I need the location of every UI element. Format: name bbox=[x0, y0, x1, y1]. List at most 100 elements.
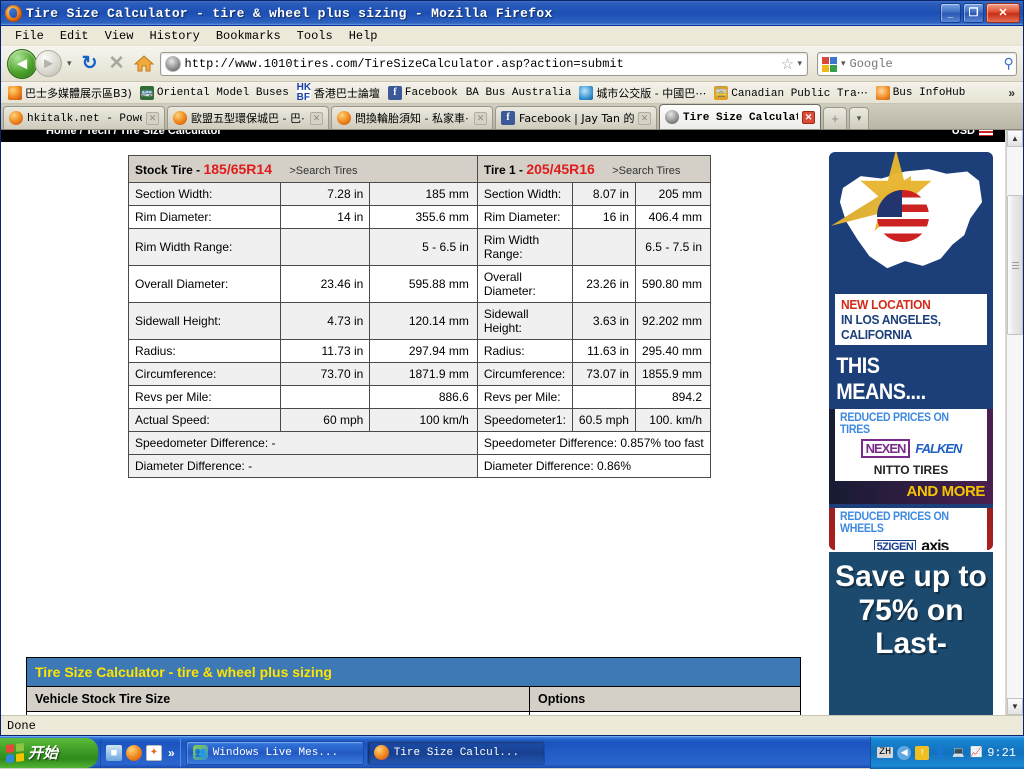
network-icon[interactable]: 💻 bbox=[951, 746, 965, 760]
home-button[interactable] bbox=[132, 55, 156, 72]
url-bar[interactable]: http://www.1010tires.com/TireSizeCalcula… bbox=[160, 52, 808, 76]
wheels-promo-band: REDUCED PRICES ON WHEELS 5ZIGEN axis TEN… bbox=[829, 508, 993, 550]
stop-button[interactable]: ✕ bbox=[106, 52, 128, 75]
language-indicator[interactable]: ZH bbox=[877, 747, 893, 758]
row-value-in: 11.63 in bbox=[572, 340, 635, 363]
menu-edit[interactable]: Edit bbox=[52, 27, 97, 45]
minimize-button[interactable]: _ bbox=[940, 3, 961, 23]
browser-tab[interactable]: 問換輪胎須知 - 私家車⋯ ✕ bbox=[331, 106, 493, 129]
minimize-icon: _ bbox=[947, 8, 953, 19]
bookmark-item[interactable]: 🚌 Oriental Model Buses bbox=[137, 85, 292, 101]
scroll-up-button[interactable]: ▲ bbox=[1007, 130, 1023, 147]
tab-close-icon[interactable]: ✕ bbox=[802, 111, 815, 124]
search-input[interactable] bbox=[848, 57, 1004, 71]
tab-favicon bbox=[9, 111, 23, 125]
and-more-tires: AND MORE bbox=[829, 481, 993, 504]
bookmark-item[interactable]: 🚋 Canadian Public Tra⋯ bbox=[711, 85, 870, 101]
bookmark-label: 巴士多媒體展示區B3) bbox=[25, 85, 132, 101]
browser-tab[interactable]: f Facebook | Jay Tan 的⋯ ✕ bbox=[495, 106, 657, 129]
row-value-revs: 894.2 bbox=[635, 386, 710, 409]
image-viewer-icon[interactable]: ✦ bbox=[146, 745, 162, 761]
collapse-arrow-icon[interactable]: ◀ bbox=[897, 746, 911, 760]
task-button-firefox[interactable]: Tire Size Calcul... bbox=[367, 741, 545, 765]
bookmarks-overflow-icon[interactable]: » bbox=[1008, 86, 1019, 100]
row-label: Radius: bbox=[129, 340, 281, 363]
row-label: Revs per Mile: bbox=[129, 386, 281, 409]
reload-button[interactable]: ↻ bbox=[78, 52, 102, 75]
tab-close-icon[interactable]: ✕ bbox=[310, 112, 323, 125]
bookmark-item[interactable]: 城市公交版 - 中國巴⋯ bbox=[576, 84, 709, 102]
show-desktop-icon[interactable]: ■ bbox=[106, 745, 122, 761]
forward-button[interactable]: ► bbox=[35, 50, 62, 77]
row-value-mph: 60 mph bbox=[281, 409, 370, 432]
tab-close-icon[interactable]: ✕ bbox=[474, 112, 487, 125]
tire1-search-link[interactable]: >Search Tires bbox=[598, 165, 680, 177]
firefox-window: Tire Size Calculator - tire & wheel plus… bbox=[0, 0, 1024, 736]
bookmark-item[interactable]: f Facebook bbox=[385, 85, 461, 101]
savings-promo-ad[interactable]: Save up to 75% on Last- bbox=[829, 552, 993, 715]
search-bar[interactable]: ▾ ⚲ bbox=[817, 52, 1017, 76]
location-promo-ad[interactable]: NEW LOCATION IN LOS ANGELES, CALIFORNIA … bbox=[829, 152, 993, 550]
back-button[interactable]: ◄ bbox=[7, 49, 37, 79]
tire-comparison-table: Stock Tire - 185/65R14 >Search Tires Tir… bbox=[128, 155, 711, 478]
tab-list-dropdown-icon[interactable]: ▾ bbox=[849, 107, 869, 129]
row-value-in: 73.07 in bbox=[572, 363, 635, 386]
bookmark-item[interactable]: BA Bus Australia bbox=[463, 86, 575, 100]
table-header-row: Stock Tire - 185/65R14 >Search Tires Tir… bbox=[129, 156, 711, 183]
bookmark-item[interactable]: HKBF 香港巴士論壇 bbox=[294, 84, 383, 102]
breadcrumb[interactable]: Home / Tech / Tire Size Calculator bbox=[46, 130, 222, 137]
bookmark-item[interactable]: 巴士多媒體展示區B3) bbox=[5, 84, 135, 102]
menu-bookmarks[interactable]: Bookmarks bbox=[208, 27, 289, 45]
tab-favicon bbox=[665, 110, 679, 124]
quick-launch-overflow-icon[interactable]: » bbox=[166, 746, 175, 760]
menu-history[interactable]: History bbox=[141, 27, 207, 45]
close-button[interactable]: ✕ bbox=[986, 3, 1020, 23]
restore-icon: ❐ bbox=[969, 8, 979, 19]
start-button[interactable]: 开始 bbox=[0, 738, 98, 768]
table-row: Speedometer Difference: - Speedometer Di… bbox=[129, 432, 711, 455]
browser-tab-active[interactable]: Tire Size Calculat⋯ ✕ bbox=[659, 104, 821, 129]
messenger-icon[interactable]: 👤 bbox=[933, 746, 947, 760]
bookmark-label: Oriental Model Buses bbox=[157, 87, 289, 99]
page-scrollbar[interactable]: ▲ ▼ bbox=[1006, 130, 1023, 715]
reload-icon: ↻ bbox=[82, 52, 98, 75]
currency-selector[interactable]: USD bbox=[952, 130, 993, 137]
clock[interactable]: 9:21 bbox=[987, 746, 1016, 760]
search-engine-dropdown-icon[interactable]: ▾ bbox=[841, 58, 846, 69]
section-title-vehicle: Vehicle Stock Tire Size bbox=[27, 687, 529, 712]
bookmark-star-icon[interactable]: ☆ bbox=[778, 55, 796, 73]
bus-icon: 🚌 bbox=[140, 86, 154, 100]
scrollbar-thumb[interactable] bbox=[1007, 195, 1023, 335]
bookmark-item[interactable]: Bus InfoHub bbox=[873, 85, 969, 101]
scroll-down-button[interactable]: ▼ bbox=[1007, 698, 1023, 715]
row-value-in bbox=[281, 386, 370, 409]
restore-button[interactable]: ❐ bbox=[963, 3, 984, 23]
system-tray: ZH ◀ ! 👤 💻 📈 9:21 bbox=[870, 737, 1024, 769]
table-row: Section Width: 7.28 in 185 mm Section Wi… bbox=[129, 183, 711, 206]
row-label: Overall Diameter: bbox=[477, 266, 572, 303]
nav-history-dropdown[interactable]: ▾ bbox=[67, 58, 72, 69]
advertisement-column: NEW LOCATION IN LOS ANGELES, CALIFORNIA … bbox=[829, 152, 993, 715]
row-value-mm: 92.202 mm bbox=[635, 303, 710, 340]
tab-close-icon[interactable]: ✕ bbox=[146, 112, 159, 125]
browser-tab[interactable]: 歐盟五型環保城巴 - 巴⋯ ✕ bbox=[167, 106, 329, 129]
menu-file[interactable]: File bbox=[7, 27, 52, 45]
signal-icon[interactable]: 📈 bbox=[969, 746, 983, 760]
stock-search-link[interactable]: >Search Tires bbox=[275, 165, 357, 177]
firefox-icon[interactable] bbox=[126, 745, 142, 761]
new-tab-button[interactable]: + bbox=[823, 107, 847, 129]
tab-close-icon[interactable]: ✕ bbox=[638, 112, 651, 125]
search-icon[interactable]: ⚲ bbox=[1004, 55, 1014, 72]
url-text[interactable]: http://www.1010tires.com/TireSizeCalcula… bbox=[185, 57, 779, 71]
security-shield-icon[interactable]: ! bbox=[915, 746, 929, 760]
row-value-kmh: 100 km/h bbox=[370, 409, 478, 432]
menu-help[interactable]: Help bbox=[341, 27, 386, 45]
url-dropdown-icon[interactable]: ▾ bbox=[797, 58, 802, 69]
task-button-messenger[interactable]: 👥 Windows Live Mes... bbox=[186, 741, 364, 765]
task-label: Tire Size Calcul... bbox=[394, 747, 519, 759]
menu-view[interactable]: View bbox=[97, 27, 142, 45]
table-row: Overall Diameter: 23.46 in 595.88 mm Ove… bbox=[129, 266, 711, 303]
menu-tools[interactable]: Tools bbox=[289, 27, 341, 45]
scrollbar-track[interactable] bbox=[1007, 147, 1023, 698]
browser-tab[interactable]: hkitalk.net - Powered⋯ ✕ bbox=[3, 106, 165, 129]
